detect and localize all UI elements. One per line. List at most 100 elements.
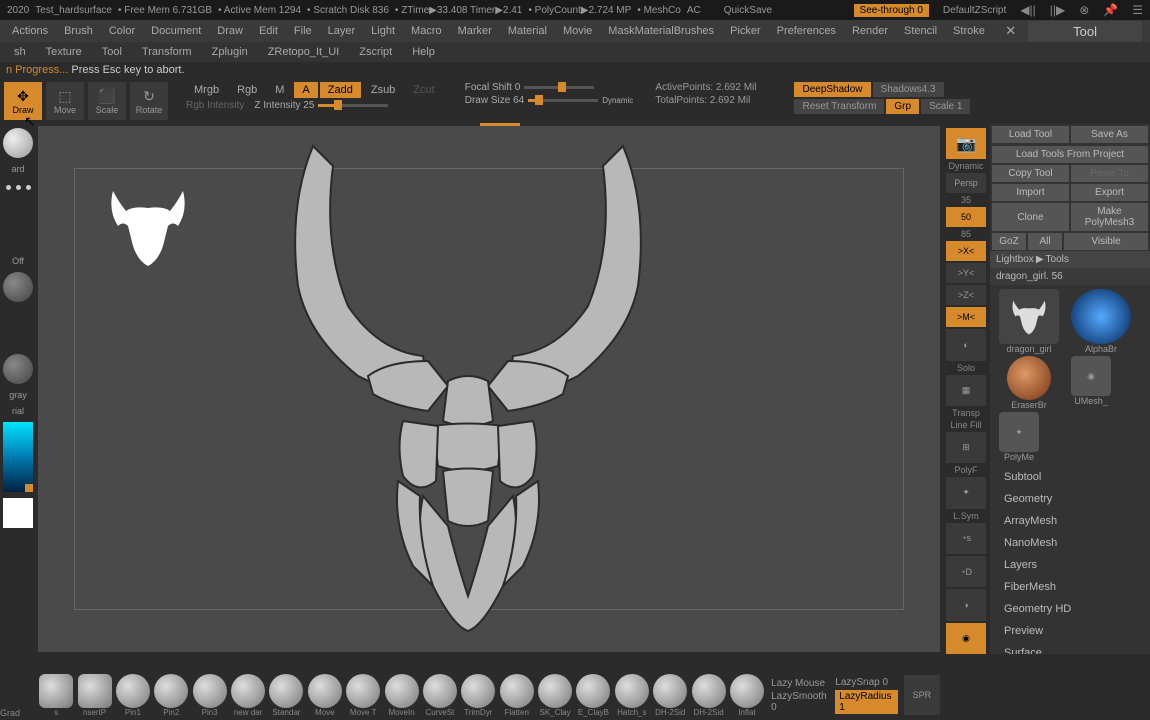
shadows-value[interactable]: Shadows4.3 — [873, 82, 944, 97]
mirror-z-toggle[interactable]: >Z< — [946, 285, 986, 305]
menu-zplugin[interactable]: Zplugin — [202, 44, 258, 60]
alpha-thumb[interactable] — [3, 272, 33, 302]
move-mode-button[interactable]: ⬚Move — [46, 82, 84, 120]
scale-mode-button[interactable]: ⬛Scale — [88, 82, 126, 120]
quicksave-button[interactable]: QuickSave — [724, 5, 772, 16]
brush-item[interactable]: Inflat — [729, 674, 765, 717]
menu-marker[interactable]: Marker — [450, 22, 500, 40]
close-panel-icon[interactable]: ⊗ — [1079, 3, 1089, 17]
brush-item[interactable]: Move — [307, 674, 343, 717]
menu-stroke[interactable]: Stroke — [945, 22, 993, 40]
tool-thumb-polyme[interactable]: ✦PolyMe — [994, 412, 1044, 462]
brush-item[interactable]: SK_Clay — [537, 674, 573, 717]
brush-item[interactable]: CurveSt — [422, 674, 458, 717]
see-through-toggle[interactable]: See-through 0 — [854, 4, 929, 17]
section-subtool[interactable]: Subtool — [990, 466, 1150, 488]
polyf-button[interactable]: ⊞ — [946, 432, 986, 463]
section-preview[interactable]: Preview — [990, 620, 1150, 642]
solo-button[interactable]: ◐ — [946, 329, 986, 360]
copy-tool-button[interactable]: Copy Tool — [992, 165, 1069, 182]
default-zscript[interactable]: DefaultZScript — [943, 5, 1006, 16]
menu-render[interactable]: Render — [844, 22, 896, 40]
brush-item[interactable]: s — [38, 674, 74, 717]
z-intensity-slider[interactable]: Z Intensity 25 — [254, 100, 388, 111]
section-geometryhd[interactable]: Geometry HD — [990, 598, 1150, 620]
brush-item[interactable]: DH-2Sid — [690, 674, 726, 717]
shadow-button[interactable]: ◑ — [946, 589, 986, 620]
lazy-radius-label[interactable]: LazyRadius 1 — [835, 690, 897, 714]
brush-item[interactable]: Pin2 — [153, 674, 189, 717]
dock-right-icon[interactable]: ||▶ — [1050, 3, 1065, 17]
brush-item[interactable]: Pin1 — [115, 674, 151, 717]
section-surface[interactable]: Surface — [990, 642, 1150, 654]
mirror-y-toggle[interactable]: >Y< — [946, 263, 986, 283]
a-mode[interactable]: A — [294, 82, 317, 98]
brush-item[interactable]: nsertP — [76, 674, 112, 717]
menu-movie[interactable]: Movie — [555, 22, 600, 40]
menu-document[interactable]: Document — [143, 22, 209, 40]
menu-texture[interactable]: Texture — [36, 44, 92, 60]
menu-maskmaterial[interactable]: MaskMaterialBrushes — [600, 22, 722, 40]
menu-zretopo[interactable]: ZRetopo_It_UI — [258, 44, 350, 60]
brush-item[interactable]: Move T — [345, 674, 381, 717]
menu-light[interactable]: Light — [363, 22, 403, 40]
project-name[interactable]: dragon_girl. 56 — [990, 268, 1150, 285]
clone-button[interactable]: Clone — [992, 203, 1069, 231]
all-button[interactable]: All — [1028, 233, 1062, 250]
menu-draw[interactable]: Draw — [209, 22, 251, 40]
save-as-button[interactable]: Save As — [1071, 126, 1148, 143]
color-picker[interactable] — [3, 422, 33, 492]
menu-file[interactable]: File — [286, 22, 320, 40]
render-button[interactable]: ◉ — [946, 623, 986, 654]
brush-item[interactable]: TrimDyr — [460, 674, 496, 717]
menu-layer[interactable]: Layer — [320, 22, 364, 40]
spr-button[interactable]: SPR — [904, 675, 940, 715]
brush-item[interactable]: Hatch_s — [614, 674, 650, 717]
menu-actions[interactable]: Actions — [4, 22, 56, 40]
goz-button[interactable]: GoZ — [992, 233, 1026, 250]
lazy-mouse-label[interactable]: Lazy Mouse — [771, 678, 829, 689]
menu-edit[interactable]: Edit — [251, 22, 286, 40]
brush-item[interactable]: Flatten — [499, 674, 535, 717]
rgb-mode[interactable]: Rgb — [229, 82, 265, 98]
persp-toggle[interactable]: Persp — [946, 173, 986, 193]
visible-button[interactable]: Visible — [1064, 233, 1148, 250]
menu-color[interactable]: Color — [101, 22, 143, 40]
brush-item[interactable]: Standar — [268, 674, 304, 717]
tool-thumb-dragon[interactable]: dragon_girl — [994, 289, 1064, 354]
menu-icon[interactable]: ☰ — [1132, 3, 1143, 17]
camera-button[interactable]: 📷 — [946, 128, 986, 159]
brush-preview-thumb[interactable] — [3, 128, 33, 158]
tool-thumb-alpha[interactable]: AlphaBr — [1066, 289, 1136, 354]
scale-value[interactable]: Scale 1 — [921, 99, 970, 114]
menu-zscript[interactable]: Zscript — [349, 44, 402, 60]
section-geometry[interactable]: Geometry — [990, 488, 1150, 510]
mirror-m-toggle[interactable]: >M< — [946, 307, 986, 327]
zadd-mode[interactable]: Zadd — [320, 82, 361, 98]
grp-toggle[interactable]: Grp — [886, 99, 919, 114]
tool-panel-header[interactable]: Tool — [1028, 21, 1142, 42]
lazy-snap-label[interactable]: LazySnap 0 — [835, 677, 897, 688]
lazy-smooth-label[interactable]: LazySmooth 0 — [771, 691, 829, 713]
transp-button[interactable]: ▦ — [946, 375, 986, 406]
viewport[interactable] — [38, 126, 940, 652]
load-tool-button[interactable]: Load Tool — [992, 126, 1069, 143]
paste-tool-button[interactable]: Paste To — [1071, 165, 1148, 182]
lsym-button[interactable]: ✦ — [946, 477, 986, 508]
brush-item[interactable]: DH-2Sid — [652, 674, 688, 717]
material-thumb[interactable] — [3, 354, 33, 384]
export-button[interactable]: Export — [1071, 184, 1148, 201]
menu-stencil[interactable]: Stencil — [896, 22, 945, 40]
draw-mode-button[interactable]: ✥Draw — [4, 82, 42, 120]
close-panel-icon[interactable]: ✕ — [997, 20, 1024, 42]
brush-item[interactable]: E_ClayB — [575, 674, 611, 717]
brush-item[interactable]: MoveIn — [383, 674, 419, 717]
swatch-white[interactable] — [3, 498, 33, 528]
menu-macro[interactable]: Macro — [403, 22, 450, 40]
section-nanomesh[interactable]: NanoMesh — [990, 532, 1150, 554]
r50-value[interactable]: 50 — [946, 207, 986, 227]
tool-thumb-eraser[interactable]: EraserBr — [994, 356, 1064, 410]
m-mode[interactable]: M — [267, 82, 292, 98]
deepshadow-toggle[interactable]: DeepShadow — [794, 82, 870, 97]
zsub-mode[interactable]: Zsub — [363, 82, 403, 98]
